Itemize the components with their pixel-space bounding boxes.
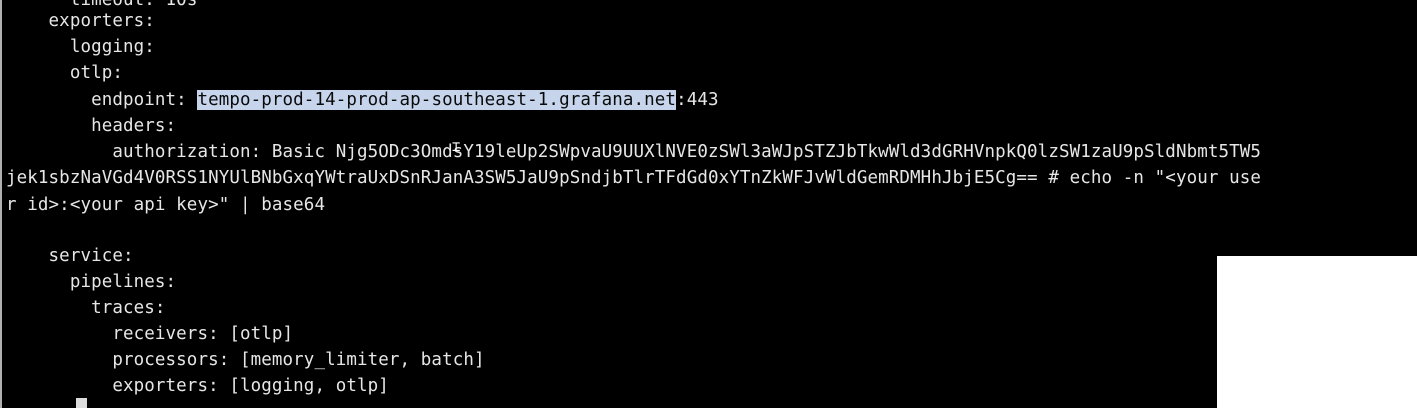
terminal-window[interactable]: timeout: 10s exporters: logging: otlp: e… xyxy=(0,0,1417,408)
line-otlp: otlp: xyxy=(69,63,124,83)
line-endpoint: endpoint: tempo-prod-14-prod-ap-southeas… xyxy=(91,90,719,110)
line-authorization: authorization: Basic Njg5ODc3OmdsY19leUp… xyxy=(112,142,1262,162)
line-traces: traces: xyxy=(91,298,166,318)
line-authorization-wrap-2: r id>:<your api key>" | base64 xyxy=(6,195,326,215)
line-pipelines: pipelines: xyxy=(69,272,177,292)
line-logging: logging: xyxy=(69,37,155,57)
text-cursor-block xyxy=(76,398,87,408)
window-edge xyxy=(0,0,2,408)
mouse-ibeam-icon: ⌶ xyxy=(452,139,461,155)
selected-endpoint-text[interactable]: tempo-prod-14-prod-ap-southeast-1.grafan… xyxy=(197,90,677,110)
line-exporters: exporters: xyxy=(48,11,155,31)
line-exporters-pipeline: exporters: [logging, otlp] xyxy=(112,376,389,396)
line-authorization-wrap-1: jek1sbzNaVGd4V0RSS1NYUlBNbGxqYWtraUxDSnR… xyxy=(6,168,1262,188)
line-service: service: xyxy=(48,246,134,266)
line-receivers: receivers: [otlp] xyxy=(112,324,294,344)
white-overlay-panel xyxy=(1217,256,1417,408)
line-processors: processors: [memory_limiter, batch] xyxy=(112,350,485,370)
line-headers: headers: xyxy=(91,116,177,136)
